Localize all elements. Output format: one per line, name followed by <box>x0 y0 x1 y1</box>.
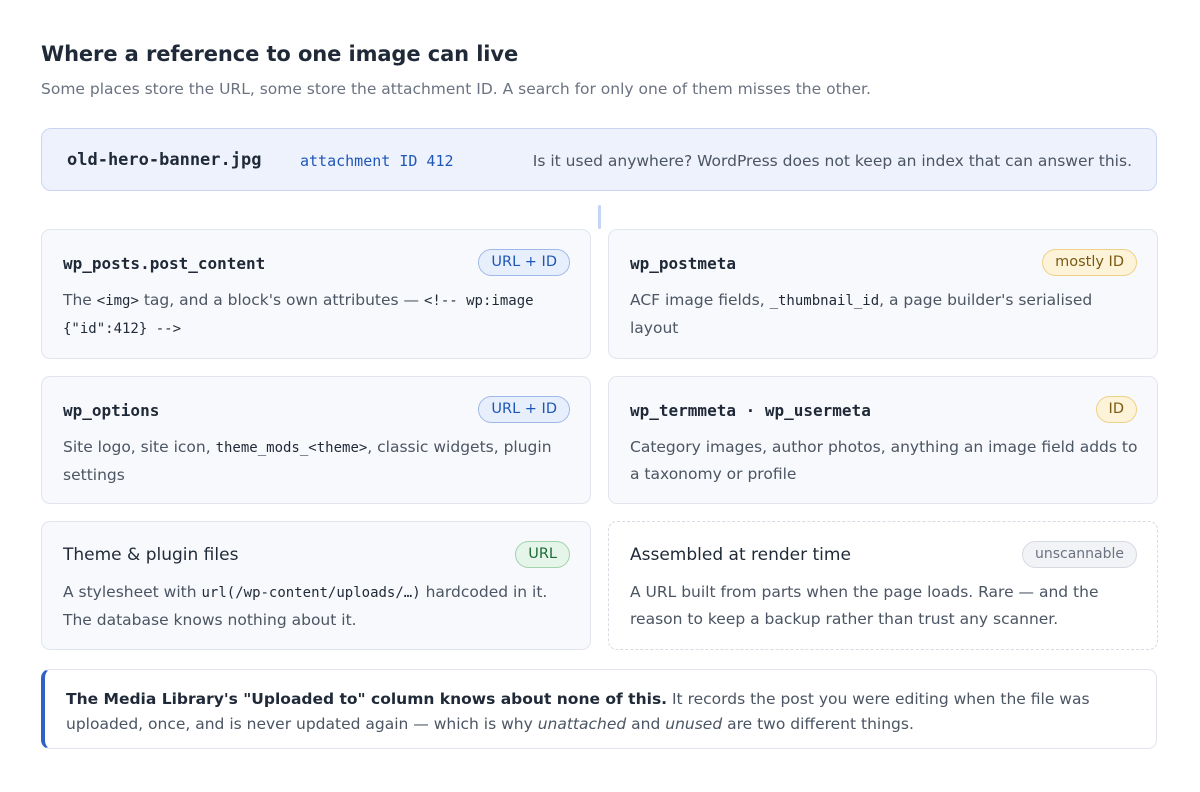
card-title: Theme & plugin files <box>63 545 239 565</box>
card-title: wp_termmeta · wp_usermeta <box>630 401 871 420</box>
location-card-termmeta-usermeta: wp_termmeta · wp_usermeta ID Category im… <box>608 376 1158 504</box>
card-description: ACF image fields, _thumbnail_id, a page … <box>630 291 1093 337</box>
page-subtitle: Some places store the URL, some store th… <box>41 80 871 98</box>
storage-badge: URL <box>515 541 570 568</box>
page-title: Where a reference to one image can live <box>41 42 519 66</box>
storage-badge: URL + ID <box>478 249 570 276</box>
storage-badge: mostly ID <box>1042 249 1137 276</box>
location-card-postmeta: wp_postmeta mostly ID ACF image fields, … <box>608 229 1158 359</box>
card-description: Category images, author photos, anything… <box>630 438 1138 483</box>
location-card-render-time: Assembled at render time unscannable A U… <box>608 521 1158 650</box>
card-description: The <img> tag, and a block's own attribu… <box>63 291 534 337</box>
storage-badge: ID <box>1095 396 1137 423</box>
media-library-note: The Media Library's "Uploaded to" column… <box>41 669 1157 749</box>
card-title: wp_posts.post_content <box>63 254 266 273</box>
card-description: A URL built from parts when the page loa… <box>630 583 1099 628</box>
connector-line <box>598 205 601 229</box>
storage-badge: unscannable <box>1021 541 1137 568</box>
storage-badge: URL + ID <box>478 396 570 423</box>
card-title: wp_options <box>63 401 160 420</box>
location-card-post-content: wp_posts.post_content URL + ID The <img>… <box>41 229 591 359</box>
card-title: wp_postmeta <box>630 254 736 273</box>
page: Where a reference to one image can live … <box>0 0 1200 792</box>
location-card-options: wp_options URL + ID Site logo, site icon… <box>41 376 591 504</box>
file-name: old-hero-banner.jpg <box>67 150 262 170</box>
card-title: Assembled at render time <box>630 545 851 565</box>
file-summary-bar: old-hero-banner.jpg attachment ID 412 Is… <box>41 128 1157 191</box>
note-heading: The Media Library's "Uploaded to" column… <box>66 690 668 708</box>
card-description: A stylesheet with url(/wp-content/upload… <box>63 583 548 629</box>
card-description: Site logo, site icon, theme_mods_<theme>… <box>63 438 552 484</box>
location-card-theme-plugin-files: Theme & plugin files URL A stylesheet wi… <box>41 521 591 650</box>
attachment-id: attachment ID 412 <box>300 152 454 170</box>
usage-question: Is it used anywhere? WordPress does not … <box>532 152 1132 170</box>
